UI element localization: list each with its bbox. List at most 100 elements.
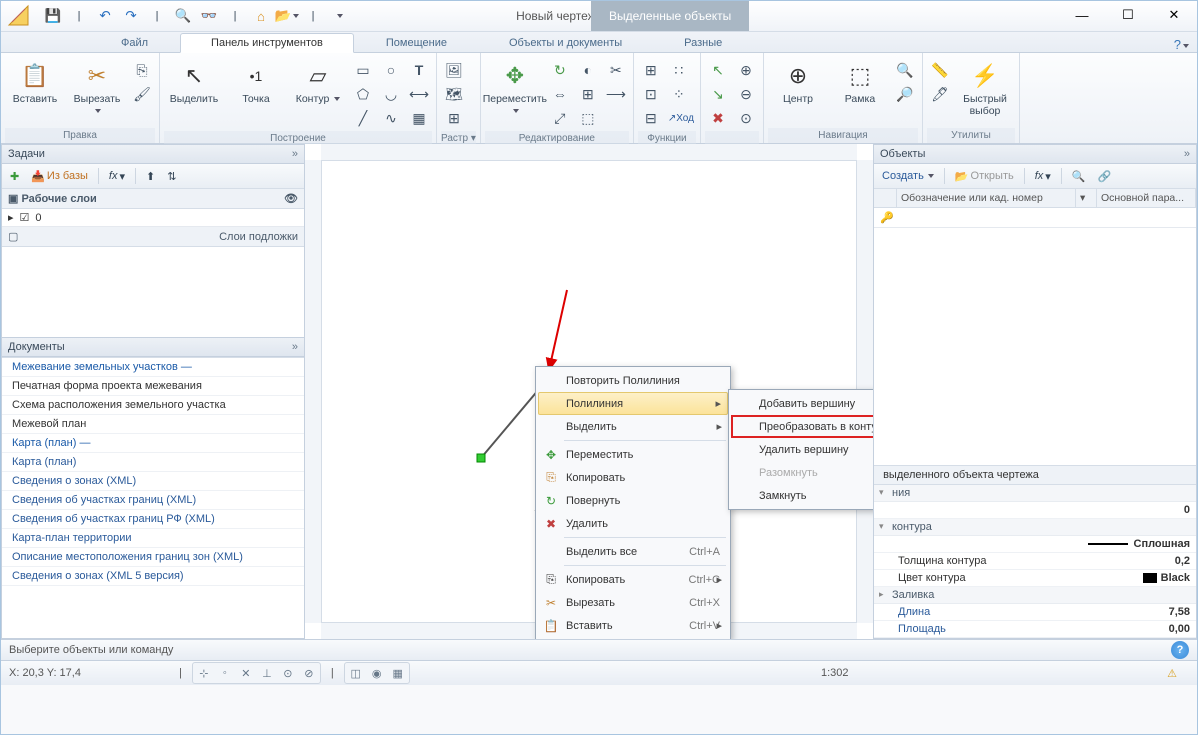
tab-objects[interactable]: Объекты и документы <box>479 34 652 52</box>
find-icon[interactable]: 🔍 <box>173 6 193 26</box>
trim-icon[interactable]: ✂ <box>605 59 627 81</box>
quick-select-button[interactable]: ⚡Быстрый выбор <box>955 57 1015 119</box>
doc-item[interactable]: Сведения об участках границ РФ (XML) <box>2 510 304 529</box>
sub-add-vertex[interactable]: Добавить вершину <box>731 392 873 415</box>
nav3-icon[interactable]: ✖ <box>707 107 729 129</box>
search-icon[interactable]: 🔍 <box>1068 168 1090 185</box>
prop-row[interactable]: Толщина контура0,2 <box>874 553 1196 570</box>
add-icon[interactable]: ✚ <box>6 168 23 185</box>
contour-button[interactable]: ▱Контур <box>288 57 348 107</box>
binoculars-icon[interactable]: 👓 <box>199 6 219 26</box>
pin-icon[interactable] <box>1184 148 1190 160</box>
xod-button[interactable]: ↗ Ход <box>668 107 694 129</box>
snap-perp-icon[interactable]: ⊥ <box>257 664 277 682</box>
nav6-icon[interactable]: ⊙ <box>735 107 757 129</box>
warning-icon[interactable]: ⚠ <box>1167 667 1177 680</box>
nav1-icon[interactable]: ↖ <box>707 59 729 81</box>
fn3-icon[interactable]: ⊟ <box>640 107 662 129</box>
ctx-polyline[interactable]: Полилиния <box>538 392 728 415</box>
fn2-icon[interactable]: ⊡ <box>640 83 662 105</box>
snap-int-icon[interactable]: ✕ <box>236 664 256 682</box>
selection-context-tab[interactable]: Выделенные объекты <box>591 1 749 31</box>
rotate-icon[interactable]: ↻ <box>549 59 571 81</box>
tab-tools[interactable]: Панель инструментов <box>180 33 354 53</box>
doc-item[interactable]: Описание местоположения границ зон (XML) <box>2 548 304 567</box>
snap-tan-icon[interactable]: ⊘ <box>299 664 319 682</box>
scale-icon[interactable]: ⤢ <box>549 107 571 129</box>
doc-item[interactable]: Сведения о зонах (XML 5 версия) <box>2 567 304 586</box>
underlay-header[interactable]: ▢ Слои подложки <box>2 227 304 247</box>
tab-misc[interactable]: Разные <box>654 34 752 52</box>
doc-item[interactable]: Сведения об участках границ (XML) <box>2 491 304 510</box>
util1-icon[interactable]: 📏 <box>929 59 951 81</box>
sub-to-contour[interactable]: Преобразовать в контур <box>731 415 873 438</box>
maximize-button[interactable]: ☐ <box>1105 1 1151 29</box>
copy-icon[interactable]: ⎘ <box>131 59 153 81</box>
transform1-icon[interactable]: ◐ <box>577 59 599 81</box>
doc-item[interactable]: Печатная форма проекта межевания <box>2 377 304 396</box>
sort-icon[interactable]: ⇅ <box>163 168 180 185</box>
doc-item[interactable]: Сведения о зонах (XML) <box>2 472 304 491</box>
object-row[interactable]: 🔑 <box>874 208 1196 228</box>
nav5-icon[interactable]: ⊖ <box>735 83 757 105</box>
ortho-icon[interactable]: ◫ <box>346 664 366 682</box>
curve-icon[interactable]: ∿ <box>380 107 402 129</box>
line-icon[interactable]: ╱ <box>352 107 374 129</box>
help-icon[interactable]: ? <box>1174 37 1189 52</box>
pin-icon[interactable] <box>292 341 298 353</box>
fx-icon[interactable]: fx ▾ <box>1031 168 1055 185</box>
ctx-delete[interactable]: ✖Удалить <box>538 512 728 535</box>
prop-section[interactable]: контура <box>874 519 1196 536</box>
minimize-button[interactable]: — <box>1059 1 1105 29</box>
grid-icon[interactable]: ▦ <box>388 664 408 682</box>
rect-icon[interactable]: ▭ <box>352 59 374 81</box>
mirror-icon[interactable]: ⇔ <box>549 83 571 105</box>
circle-icon[interactable]: ○ <box>380 59 402 81</box>
doc-item[interactable]: Схема расположения земельного участка <box>2 396 304 415</box>
dim-icon[interactable]: ⟷ <box>408 83 430 105</box>
scale-display[interactable]: 1:302 <box>821 667 849 679</box>
raster3-icon[interactable]: ⊞ <box>443 107 465 129</box>
util2-icon[interactable]: 🖊 <box>929 83 951 105</box>
prop-row[interactable]: Площадь0,00 <box>874 621 1196 638</box>
prop-section[interactable]: Заливка <box>874 587 1196 604</box>
snap-mid-icon[interactable]: ◦ <box>215 664 235 682</box>
ctx-select[interactable]: Выделить <box>538 415 728 438</box>
from-base-button[interactable]: 📥 Из базы <box>27 168 92 185</box>
doc-item[interactable]: Межевой план <box>2 415 304 434</box>
ctx-repeat-polyline[interactable]: Повторить Полилиния <box>538 369 728 392</box>
fn1-icon[interactable]: ⊞ <box>640 59 662 81</box>
snap-cen-icon[interactable]: ⊙ <box>278 664 298 682</box>
move-button[interactable]: ✥Переместить <box>485 57 545 119</box>
close-button[interactable]: ✕ <box>1151 1 1197 29</box>
tab-room[interactable]: Помещение <box>356 34 477 52</box>
center-button[interactable]: ⊕Центр <box>768 57 828 107</box>
select-button[interactable]: ↖Выделить <box>164 57 224 107</box>
sub-close-poly[interactable]: Замкнуть <box>731 484 873 507</box>
create-button[interactable]: Создать <box>878 168 938 184</box>
prop-row[interactable]: Сплошная <box>874 536 1196 553</box>
tab-file[interactable]: Файл <box>91 34 178 52</box>
ctx-rotate[interactable]: ↻Повернуть <box>538 489 728 512</box>
doc-section[interactable]: Карта (план) — <box>2 434 304 453</box>
raster1-icon[interactable]: 🖼 <box>443 59 465 81</box>
transform2-icon[interactable]: ⊞ <box>577 83 599 105</box>
nav2-icon[interactable]: ↘ <box>707 83 729 105</box>
brush-icon[interactable]: 🖌 <box>131 83 153 105</box>
raster2-icon[interactable]: 🗺 <box>443 83 465 105</box>
transform3-icon[interactable]: ⬚ <box>577 107 599 129</box>
prop-row[interactable]: 0 <box>874 502 1196 519</box>
arc-icon[interactable]: ◡ <box>380 83 402 105</box>
prop-section[interactable]: ния <box>874 485 1196 502</box>
fn4-icon[interactable]: ∷ <box>668 59 690 81</box>
ctx-paste-cb[interactable]: 📋ВставитьCtrl+V <box>538 614 728 637</box>
polar-icon[interactable]: ◉ <box>367 664 387 682</box>
sub-del-vertex[interactable]: Удалить вершину <box>731 438 873 461</box>
prop-row[interactable]: Длина7,58 <box>874 604 1196 621</box>
cut-button[interactable]: ✂Вырезать <box>67 57 127 119</box>
prop-row[interactable]: Цвет контураBlack <box>874 570 1196 587</box>
doc-item[interactable]: Карта (план) <box>2 453 304 472</box>
link-icon[interactable]: 🔗 <box>1094 168 1116 185</box>
open-icon[interactable]: 📂 <box>277 6 297 26</box>
ctx-copy[interactable]: ⎘Копировать <box>538 466 728 489</box>
